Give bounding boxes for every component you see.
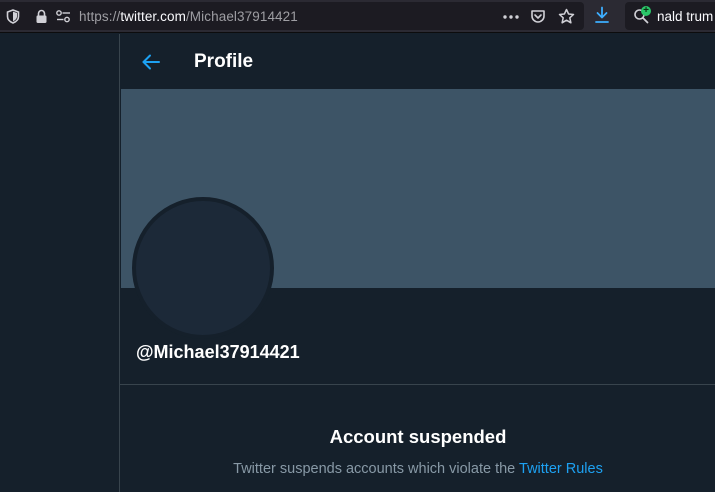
left-sidebar xyxy=(0,34,119,492)
lock-icon[interactable] xyxy=(35,9,48,24)
url-text[interactable]: https://twitter.com/Michael37914421 xyxy=(79,9,298,24)
more-icon[interactable] xyxy=(502,10,520,24)
star-icon[interactable] xyxy=(558,8,575,25)
page-title: Profile xyxy=(194,51,254,72)
address-bar[interactable]: https://twitter.com/Michael37914421 xyxy=(0,2,584,30)
browser-toolbar: https://twitter.com/Michael37914421 + na… xyxy=(0,0,715,33)
shield-icon[interactable] xyxy=(6,9,20,24)
back-arrow-icon[interactable] xyxy=(141,53,161,71)
permissions-icon[interactable] xyxy=(56,10,71,23)
download-icon[interactable] xyxy=(594,6,610,24)
url-host: twitter.com xyxy=(120,9,186,24)
url-path: /Michael37914421 xyxy=(185,9,298,24)
profile-handle: @Michael37914421 xyxy=(136,342,300,362)
suspension-text: Twitter suspends accounts which violate … xyxy=(233,461,520,477)
suspension-description: Twitter suspends accounts which violate … xyxy=(120,461,715,477)
profile-column: Profile @Michael37914421 Account suspend… xyxy=(119,34,715,492)
twitter-rules-link[interactable]: Twitter Rules xyxy=(519,461,603,477)
add-search-engine-icon: + xyxy=(641,6,651,16)
divider xyxy=(120,384,715,385)
pocket-icon[interactable] xyxy=(530,9,546,24)
url-prefix: https:// xyxy=(79,9,121,24)
search-box[interactable]: + nald trum xyxy=(625,2,715,30)
suspension-title: Account suspended xyxy=(329,426,507,447)
avatar xyxy=(132,197,274,339)
search-input[interactable]: nald trum xyxy=(657,9,713,24)
profile-header: Profile xyxy=(120,34,715,89)
